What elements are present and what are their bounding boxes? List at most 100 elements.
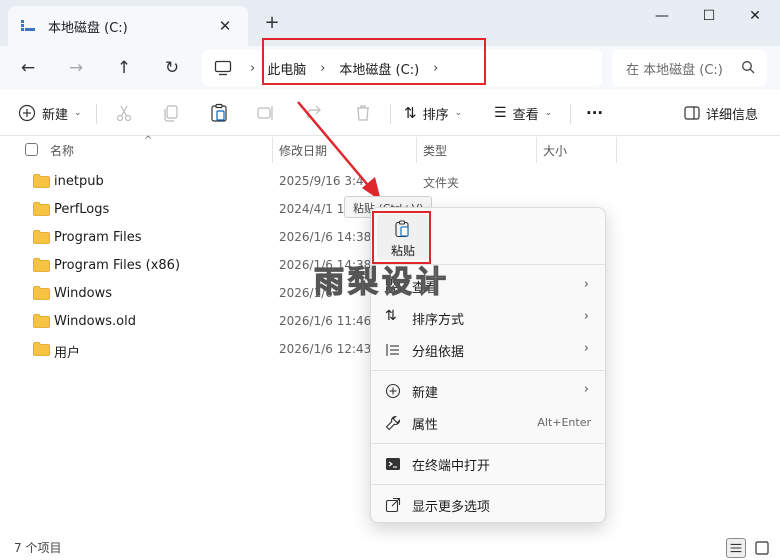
search-icon [742, 61, 755, 74]
refresh-button[interactable]: ↻ [158, 54, 186, 82]
menu-divider [371, 484, 605, 485]
column-divider[interactable] [616, 137, 617, 163]
file-date: 2026/1/6 14:38 [279, 258, 372, 272]
view-icon: ☰ [494, 105, 507, 121]
chevron-down-icon: ⌄ [454, 108, 463, 118]
tab-title: 本地磁盘 (C:) [48, 20, 128, 36]
menu-item-show-more-options[interactable]: 显示更多选项 [371, 490, 605, 520]
divider [570, 104, 571, 124]
file-name: Windows.old [54, 314, 136, 329]
details-label: 详细信息 [706, 107, 759, 123]
file-type: 文件夹 [423, 176, 460, 190]
file-date: 2025/9/16 3:4 [279, 174, 364, 188]
search-input[interactable]: 在 本地磁盘 (C:) [612, 50, 767, 86]
close-window-button[interactable]: ✕ [743, 5, 767, 27]
maximize-button[interactable]: ☐ [697, 5, 721, 27]
view-button[interactable]: ☰ 查看 ⌄ [494, 102, 552, 124]
breadcrumb-highlight [262, 38, 486, 85]
menu-item-open-in-terminal[interactable]: 在终端中打开 [371, 449, 605, 479]
file-name: Windows [54, 286, 113, 301]
tab-close-icon[interactable]: ✕ [214, 17, 236, 35]
file-date: 2026/1/6 11:46 [279, 314, 372, 328]
folder-icon [33, 202, 50, 216]
tiles-view-icon[interactable] [752, 538, 772, 558]
details-view-icon[interactable] [726, 538, 746, 558]
new-tab-button[interactable]: + [262, 12, 282, 33]
list-item[interactable]: inetpub 2025/9/16 3:4 文件夹 [0, 168, 620, 196]
menu-item-label: 显示更多选项 [412, 500, 491, 515]
shortcut-label: Alt+Enter [537, 416, 591, 429]
sort-button[interactable]: ⇅ 排序 ⌄ [404, 102, 462, 124]
back-button[interactable]: ← [14, 54, 42, 82]
menu-item-view[interactable]: 查看 › [371, 271, 605, 301]
plus-circle-icon [385, 383, 401, 399]
plus-circle-icon [18, 104, 36, 122]
divider [96, 104, 97, 124]
divider [390, 104, 391, 124]
details-button[interactable]: 详细信息 [684, 102, 758, 124]
chevron-right-icon: › [583, 277, 589, 292]
menu-item-label: 分组依据 [412, 345, 465, 360]
share-icon[interactable] [305, 103, 325, 123]
forward-button[interactable]: → [62, 54, 90, 82]
group-by-icon [386, 344, 399, 356]
column-date[interactable]: 修改日期 [279, 142, 327, 159]
file-name: PerfLogs [54, 202, 110, 217]
drive-icon [21, 20, 35, 31]
column-divider[interactable] [416, 137, 417, 163]
sort-ascending-icon: ^ [144, 135, 153, 146]
view-label: 查看 [512, 107, 539, 123]
file-date: 2026/1/6 12:43 [279, 342, 372, 356]
menu-item-properties[interactable]: 属性 Alt+Enter [371, 408, 605, 438]
folder-icon [33, 258, 50, 272]
tab-local-disk[interactable]: 本地磁盘 (C:) ✕ [8, 6, 248, 46]
new-button[interactable]: 新建 ⌄ [18, 102, 82, 124]
paste-highlight [372, 211, 431, 264]
column-name[interactable]: 名称 [50, 142, 74, 159]
sort-icon: ⇅ [404, 104, 417, 122]
file-name: Program Files (x86) [54, 258, 181, 273]
wrench-icon [385, 415, 401, 431]
folder-icon [33, 314, 50, 328]
column-divider[interactable] [536, 137, 537, 163]
menu-divider [371, 264, 605, 265]
menu-item-group-by[interactable]: 分组依据 › [371, 335, 605, 365]
paste-icon[interactable] [209, 103, 229, 123]
folder-icon [33, 286, 50, 300]
column-size[interactable]: 大小 [543, 142, 567, 159]
column-divider[interactable] [272, 137, 273, 163]
item-count: 7 个项目 [14, 541, 62, 555]
delete-icon[interactable] [353, 103, 373, 123]
menu-divider [371, 370, 605, 371]
select-all-checkbox[interactable] [25, 143, 38, 156]
search-placeholder: 在 本地磁盘 (C:) [626, 62, 723, 78]
sort-icon: ⇅ [385, 308, 397, 324]
cut-icon[interactable] [114, 103, 134, 123]
menu-item-sort-by[interactable]: ⇅ 排序方式 › [371, 303, 605, 333]
menu-divider [371, 443, 605, 444]
more-options-button[interactable]: ··· [586, 102, 603, 124]
menu-item-new[interactable]: 新建 › [371, 376, 605, 406]
folder-icon [33, 174, 50, 188]
chevron-right-icon: › [583, 309, 589, 324]
command-bar: 新建 ⌄ ⇅ 排序 ⌄ ☰ 查看 ⌄ ··· 详细信息 [0, 90, 780, 136]
menu-item-label: 属性 [412, 418, 439, 433]
file-name: inetpub [54, 174, 104, 189]
column-type[interactable]: 类型 [423, 142, 447, 159]
new-label: 新建 [42, 107, 69, 123]
up-button[interactable]: ↑ [110, 54, 138, 82]
status-bar: 7 个项目 [0, 534, 780, 560]
chevron-down-icon: ⌄ [74, 108, 82, 118]
menu-item-label: 新建 [412, 386, 439, 401]
external-link-icon [385, 497, 401, 513]
terminal-icon [386, 458, 400, 470]
copy-icon[interactable] [161, 103, 181, 123]
rename-icon[interactable] [256, 103, 276, 123]
menu-item-label: 查看 [412, 281, 439, 296]
file-date: 2026/1/6 14:38 [279, 230, 372, 244]
menu-item-label: 排序方式 [412, 313, 465, 328]
chevron-right-icon: › [583, 341, 589, 356]
chevron-down-icon: ⌄ [544, 108, 553, 118]
minimize-button[interactable]: — [650, 5, 674, 27]
file-date: 2026/1/6 [279, 286, 333, 300]
